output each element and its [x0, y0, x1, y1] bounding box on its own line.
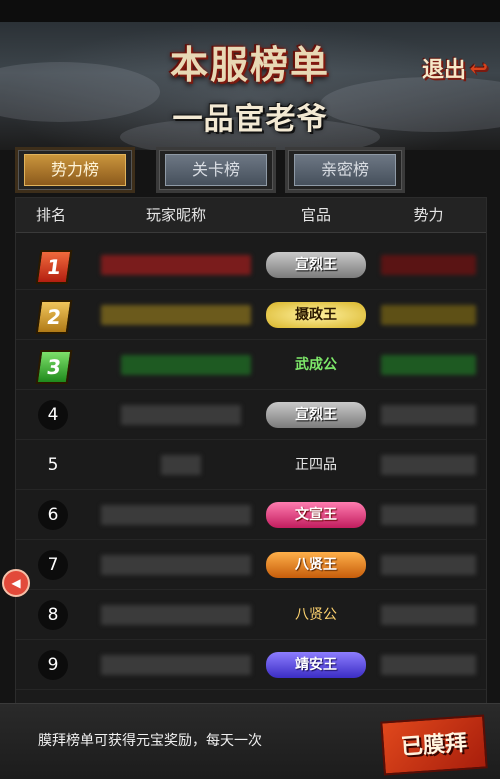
- column-header-rank: 排名: [35, 206, 66, 224]
- table-row[interactable]: 6 文宣王: [16, 490, 486, 540]
- page-subtitle: 一品宦老爷: [172, 102, 328, 137]
- official-title-badge: 宣烈王: [266, 252, 366, 278]
- worship-button[interactable]: 已膜拜: [380, 714, 488, 776]
- rank-number: 7: [38, 550, 68, 580]
- official-title-badge: 八贤王: [266, 552, 366, 578]
- player-name-redacted: [121, 405, 241, 425]
- official-title-badge: 文宣王: [266, 502, 366, 528]
- exit-button[interactable]: 退出 ↩: [422, 52, 488, 86]
- rank-flag-icon: 1: [35, 250, 73, 284]
- power-value-redacted: [381, 555, 476, 575]
- power-value-redacted: [381, 355, 476, 375]
- power-value-redacted: [381, 405, 476, 425]
- tab-power-ranking[interactable]: 势力榜: [15, 147, 135, 193]
- table-row[interactable]: 9 靖安王: [16, 640, 486, 690]
- power-value-redacted: [381, 505, 476, 525]
- rank-number: 9: [38, 650, 68, 680]
- rank-number: 8: [38, 600, 68, 630]
- header-banner: 本服榜单 一品宦老爷 退出 ↩: [0, 22, 500, 150]
- player-name-redacted: [161, 455, 201, 475]
- rank-number: 5: [47, 455, 59, 475]
- player-name-redacted: [101, 605, 251, 625]
- rank-number: 6: [38, 500, 68, 530]
- top-bar: [0, 0, 500, 22]
- power-value-redacted: [381, 655, 476, 675]
- player-name-redacted: [101, 555, 251, 575]
- worship-reward-info: 膜拜榜单可获得元宝奖励，每天一次: [38, 733, 262, 749]
- power-value-redacted: [381, 255, 476, 275]
- official-title-badge: 靖安王: [266, 652, 366, 678]
- table-row[interactable]: 4 宣烈王: [16, 390, 486, 440]
- power-value-redacted: [381, 305, 476, 325]
- player-name-redacted: [101, 505, 251, 525]
- column-header-title: 官品: [300, 206, 331, 224]
- return-arrow-icon: ↩: [469, 56, 488, 82]
- official-title-badge: 武成公: [295, 357, 337, 373]
- player-name-redacted: [101, 655, 251, 675]
- ranking-tabs: 势力榜 关卡榜 亲密榜: [15, 147, 485, 197]
- rank-flag-icon: 3: [35, 350, 73, 384]
- table-row[interactable]: 2 摄政王: [16, 290, 486, 340]
- official-title-badge: 摄政王: [266, 302, 366, 328]
- footer-bar: 膜拜榜单可获得元宝奖励，每天一次 已膜拜: [0, 703, 500, 779]
- official-title-badge: 八贤公: [295, 607, 337, 623]
- table-row[interactable]: 5 正四品: [16, 440, 486, 490]
- table-row[interactable]: 1 宣烈王: [16, 240, 486, 290]
- page-title: 本服榜单: [169, 42, 330, 87]
- column-header-power: 势力: [413, 206, 444, 224]
- rank-flag-icon: 2: [35, 300, 73, 334]
- table-header: 排名 玩家昵称 官品 势力: [16, 198, 486, 233]
- exit-label: 退出: [421, 57, 466, 83]
- power-value-redacted: [381, 605, 476, 625]
- tab-stage-ranking[interactable]: 关卡榜: [156, 147, 276, 193]
- player-name-redacted: [121, 355, 251, 375]
- player-name-redacted: [101, 305, 251, 325]
- collapse-arrow-icon[interactable]: ◀: [2, 569, 30, 597]
- table-row[interactable]: 3 武成公: [16, 340, 486, 390]
- rank-number: 4: [38, 400, 68, 430]
- ranking-table: 排名 玩家昵称 官品 势力 1 宣烈王 2 摄政王 3 武成公 4 宣烈王 5 …: [15, 197, 487, 705]
- tab-intimacy-ranking[interactable]: 亲密榜: [285, 147, 405, 193]
- official-title-badge: 正四品: [295, 457, 337, 473]
- table-row[interactable]: 8 八贤公: [16, 590, 486, 640]
- player-name-redacted: [101, 255, 251, 275]
- official-title-badge: 宣烈王: [266, 402, 366, 428]
- column-header-name: 玩家昵称: [145, 206, 206, 224]
- table-row[interactable]: 7 八贤王: [16, 540, 486, 590]
- power-value-redacted: [381, 455, 476, 475]
